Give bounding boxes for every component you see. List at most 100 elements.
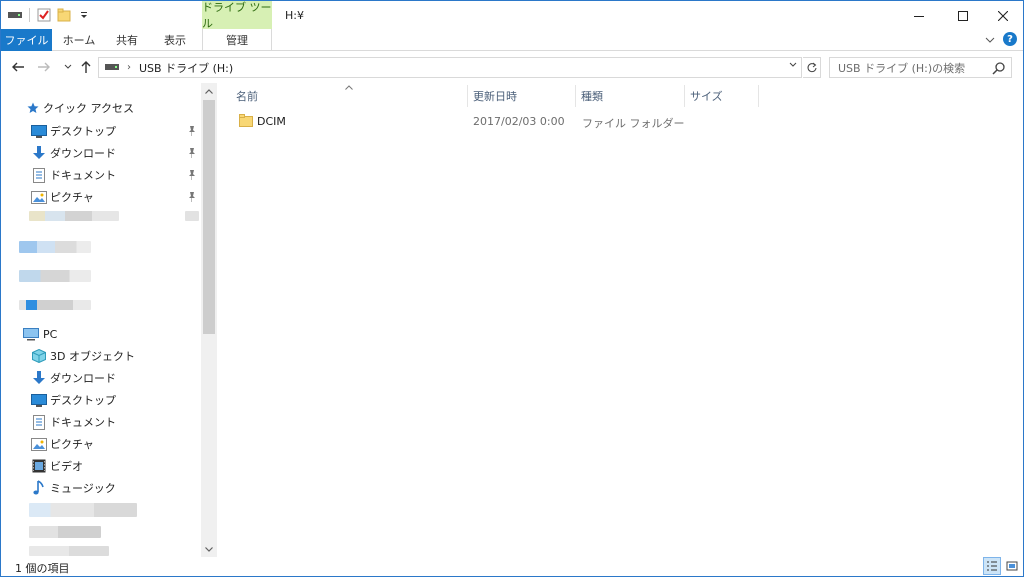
column-header-type[interactable]: 種類	[581, 83, 603, 109]
nav-item-videos[interactable]: ビデオ	[1, 455, 201, 477]
nav-pane-scrollbar[interactable]	[201, 83, 217, 557]
3d-objects-icon	[31, 348, 47, 364]
help-icon[interactable]: ?	[1003, 32, 1017, 46]
nav-pc-label: PC	[43, 327, 58, 341]
file-list: 名前 更新日時 種類 サイズ DCIM 2017/02/03 0:00 ファイル…	[217, 83, 1023, 557]
scroll-down-icon[interactable]	[201, 541, 217, 557]
scroll-up-icon[interactable]	[201, 83, 217, 99]
document-icon	[31, 167, 47, 183]
nav-item-label: デスクトップ	[50, 125, 116, 138]
obscured-item	[19, 241, 91, 253]
breadcrumb-chevron-icon[interactable]: ›	[127, 62, 131, 73]
pin-icon[interactable]	[187, 147, 197, 159]
close-icon	[998, 11, 1008, 21]
recent-locations-button[interactable]	[59, 58, 77, 76]
document-icon	[31, 414, 47, 430]
desktop-icon	[31, 123, 47, 139]
desktop-icon	[31, 392, 47, 408]
back-arrow-icon	[12, 62, 24, 72]
address-dropdown-icon[interactable]	[789, 61, 797, 71]
download-icon	[31, 370, 47, 386]
nav-item-label: ダウンロード	[50, 372, 116, 385]
nav-item-pictures[interactable]: ピクチャ	[1, 186, 201, 208]
nav-item-downloads[interactable]: ダウンロード	[1, 367, 201, 389]
item-count: 1 個の項目	[15, 562, 70, 575]
column-header-name[interactable]: 名前	[236, 83, 258, 109]
obscured-item	[29, 503, 137, 517]
nav-item-label: ダウンロード	[50, 147, 116, 160]
address-bar[interactable]: › USB ドライブ (H:)	[98, 57, 802, 78]
customize-toolbar-icon[interactable]	[76, 7, 92, 23]
music-icon	[31, 480, 47, 496]
obscured-item	[19, 300, 91, 310]
nav-item-documents[interactable]: ドキュメント	[1, 411, 201, 433]
maximize-button[interactable]	[941, 1, 985, 31]
new-folder-icon[interactable]	[56, 7, 72, 23]
folder-icon	[239, 114, 253, 130]
pin-icon[interactable]	[187, 191, 197, 203]
search-placeholder: USB ドライブ (H:)の検索	[838, 61, 966, 75]
pictures-icon	[31, 189, 47, 205]
search-icon[interactable]	[992, 61, 1006, 75]
nav-item-pictures[interactable]: ピクチャ	[1, 433, 201, 455]
minimize-button[interactable]	[897, 1, 941, 31]
navigation-pane: クイック アクセス デスクトップ ダウンロード ドキュメント ピクチャ PC 3…	[1, 83, 217, 557]
column-header-size[interactable]: サイズ	[690, 83, 723, 109]
nav-item-desktop[interactable]: デスクトップ	[1, 389, 201, 411]
column-header-modified[interactable]: 更新日時	[473, 83, 517, 109]
scrollbar-thumb[interactable]	[203, 100, 215, 334]
nav-item-documents[interactable]: ドキュメント	[1, 164, 201, 186]
expand-ribbon-icon[interactable]	[985, 33, 995, 46]
breadcrumb-path[interactable]: USB ドライブ (H:)	[139, 60, 233, 76]
close-button[interactable]	[981, 1, 1023, 31]
file-type: ファイル フォルダー	[582, 117, 685, 130]
back-button[interactable]	[9, 58, 27, 76]
minimize-icon	[914, 16, 924, 17]
drive-tools-context-label: ドライブ ツール	[202, 1, 272, 30]
nav-item-desktop[interactable]: デスクトップ	[1, 120, 201, 142]
nav-item-music[interactable]: ミュージック	[1, 477, 201, 499]
drive-icon	[105, 64, 119, 72]
details-view-button[interactable]	[983, 557, 1001, 575]
pictures-icon	[31, 436, 47, 452]
large-icons-view-icon	[1006, 561, 1018, 571]
large-icons-view-button[interactable]	[1003, 557, 1021, 575]
tab-share[interactable]: 共有	[108, 29, 146, 51]
window-title: H:¥	[285, 9, 304, 22]
drive-icon	[7, 7, 23, 23]
obscured-item	[29, 526, 101, 538]
pin-icon[interactable]	[187, 125, 197, 137]
search-input[interactable]: USB ドライブ (H:)の検索	[829, 57, 1012, 78]
obscured-item	[29, 211, 119, 221]
tab-file[interactable]: ファイル	[1, 29, 52, 51]
column-divider[interactable]	[575, 85, 576, 107]
nav-pc[interactable]: PC	[1, 323, 201, 345]
toolbar-divider	[29, 8, 30, 22]
properties-icon[interactable]	[36, 7, 52, 23]
address-row: › USB ドライブ (H:) USB ドライブ (H:)の検索	[1, 52, 1023, 82]
pin-icon[interactable]	[187, 169, 197, 181]
video-icon	[31, 458, 47, 474]
tab-home[interactable]: ホーム	[58, 29, 100, 51]
nav-item-3d-objects[interactable]: 3D オブジェクト	[1, 345, 201, 367]
tab-view[interactable]: 表示	[154, 29, 196, 51]
column-divider[interactable]	[758, 85, 759, 107]
download-icon	[31, 145, 47, 161]
nav-item-downloads[interactable]: ダウンロード	[1, 142, 201, 164]
maximize-icon	[958, 11, 968, 21]
file-name: DCIM	[257, 115, 286, 128]
forward-arrow-icon	[38, 62, 50, 72]
tab-manage[interactable]: 管理	[202, 29, 272, 51]
forward-button[interactable]	[35, 58, 53, 76]
up-button[interactable]	[77, 58, 95, 76]
star-icon	[25, 100, 41, 116]
nav-item-label: ドキュメント	[50, 169, 116, 182]
column-divider[interactable]	[684, 85, 685, 107]
refresh-button[interactable]	[803, 57, 821, 78]
status-bar: 1 個の項目	[1, 557, 1023, 576]
column-divider[interactable]	[467, 85, 468, 107]
nav-item-label: ミュージック	[50, 482, 116, 495]
nav-quick-access[interactable]: クイック アクセス	[1, 97, 201, 119]
up-arrow-icon	[81, 61, 91, 73]
table-row[interactable]: DCIM 2017/02/03 0:00 ファイル フォルダー	[235, 111, 695, 133]
